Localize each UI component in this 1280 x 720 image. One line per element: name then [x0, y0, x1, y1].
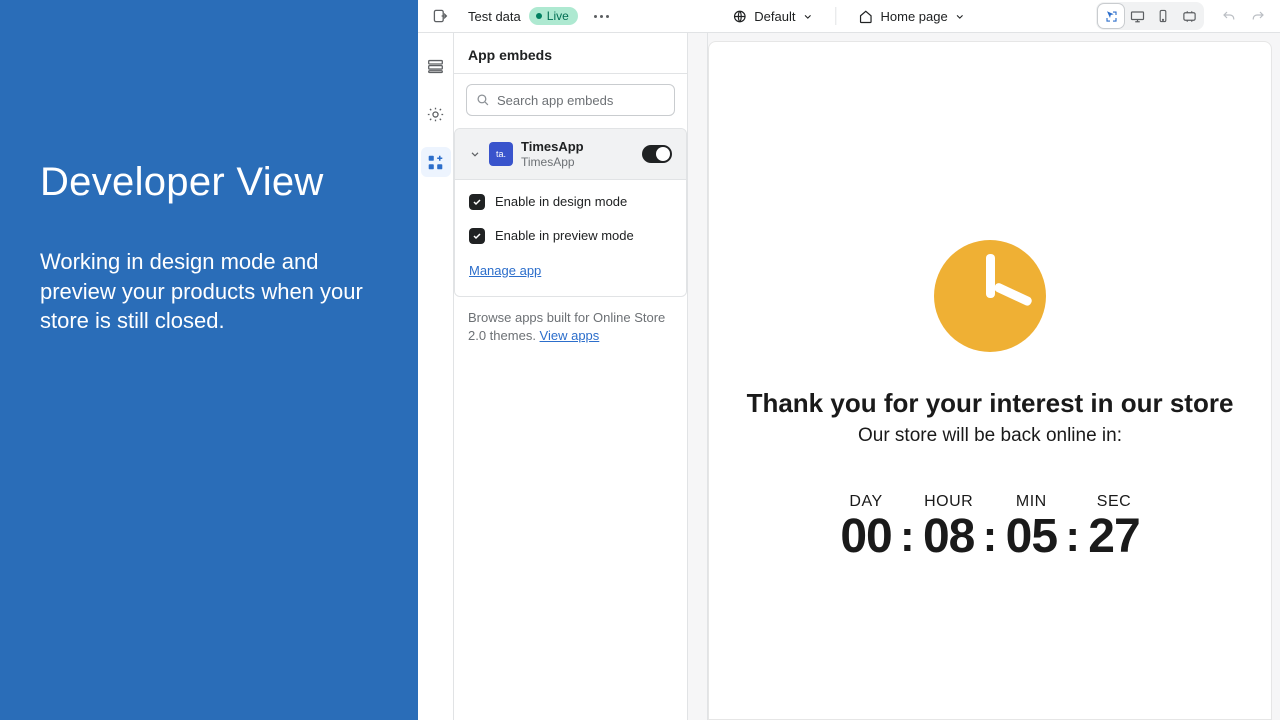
desktop-mode-icon[interactable] — [1124, 4, 1150, 28]
promo-title: Developer View — [40, 160, 378, 205]
browse-text: Browse apps built for Online Store 2.0 t… — [466, 297, 675, 345]
preview-frame: Thank you for your interest in our store… — [708, 41, 1272, 720]
hour-label: HOUR — [924, 493, 973, 511]
search-icon — [476, 93, 490, 107]
min-value: 05 — [1006, 513, 1057, 561]
sections-icon[interactable] — [421, 51, 451, 81]
editor-app: Test data Live Default Home page — [418, 0, 1280, 720]
live-badge: Live — [529, 7, 578, 25]
separator — [835, 7, 836, 25]
day-label: DAY — [849, 493, 882, 511]
hour-value: 08 — [923, 513, 974, 561]
day-value: 00 — [840, 513, 891, 561]
redo-icon[interactable] — [1244, 2, 1272, 30]
clock-icon — [934, 240, 1046, 352]
sec-label: SEC — [1097, 493, 1131, 511]
inspector-mode-icon[interactable] — [1098, 4, 1124, 28]
chevron-down-icon[interactable] — [469, 148, 481, 160]
promo-panel: Developer View Working in design mode an… — [0, 0, 418, 720]
mobile-mode-icon[interactable] — [1150, 4, 1176, 28]
search-input[interactable] — [466, 84, 675, 116]
manage-app-link[interactable]: Manage app — [469, 263, 541, 278]
chevron-down-icon — [955, 11, 966, 22]
store-subheading: Our store will be back online in: — [858, 425, 1122, 447]
sidebar-rail — [418, 33, 454, 720]
app-enable-toggle[interactable] — [642, 145, 672, 163]
app-title: TimesApp — [521, 139, 584, 155]
topbar: Test data Live Default Home page — [418, 0, 1280, 33]
view-apps-link[interactable]: View apps — [540, 328, 600, 343]
enable-preview-checkbox[interactable]: Enable in preview mode — [469, 228, 672, 244]
min-label: MIN — [1016, 493, 1047, 511]
sec-value: 27 — [1088, 513, 1139, 561]
app-icon: ta. — [489, 142, 513, 166]
chevron-down-icon — [802, 11, 813, 22]
page-selector[interactable]: Home page — [858, 9, 965, 24]
countdown-timer: DAY00 : HOUR08 : MIN05 : SEC27 — [834, 493, 1146, 561]
fullscreen-mode-icon[interactable] — [1176, 4, 1202, 28]
gutter — [688, 33, 708, 720]
device-mode-group — [1096, 2, 1204, 30]
app-embeds-panel: App embeds ta. TimesApp — [454, 33, 688, 720]
promo-subtitle: Working in design mode and preview your … — [40, 247, 378, 336]
enable-design-checkbox[interactable]: Enable in design mode — [469, 194, 672, 210]
app-subtitle: TimesApp — [521, 155, 584, 169]
more-icon[interactable] — [586, 2, 614, 30]
test-data-label: Test data — [468, 9, 521, 24]
app-card: ta. TimesApp TimesApp Enable in design m… — [454, 128, 687, 297]
exit-icon[interactable] — [426, 2, 454, 30]
store-heading: Thank you for your interest in our store — [747, 388, 1234, 419]
default-selector[interactable]: Default — [732, 9, 813, 24]
settings-icon[interactable] — [421, 99, 451, 129]
app-embeds-icon[interactable] — [421, 147, 451, 177]
panel-title: App embeds — [454, 33, 687, 74]
undo-icon[interactable] — [1214, 2, 1242, 30]
